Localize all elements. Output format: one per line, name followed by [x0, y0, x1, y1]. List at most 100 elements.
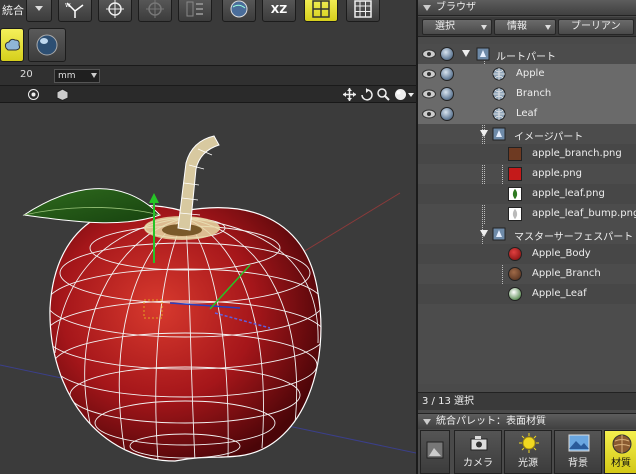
- target-icon[interactable]: [27, 88, 40, 101]
- xz-plane-button[interactable]: XZ: [262, 0, 296, 22]
- tree-row-surface[interactable]: Apple_Branch: [418, 264, 636, 284]
- material-sphere-button[interactable]: [28, 28, 66, 62]
- light-label: 光源: [518, 458, 538, 469]
- tree-row-apple[interactable]: Apple: [418, 64, 636, 84]
- mode-label: 統合: [2, 4, 24, 17]
- camera-label: カメラ: [463, 458, 493, 469]
- tree-row-image[interactable]: apple.png: [418, 164, 636, 184]
- scene-icon: [426, 441, 444, 459]
- apple-model-render[interactable]: [0, 103, 416, 474]
- palette-title: 統合パレット：表面材質: [436, 416, 546, 427]
- move-icon[interactable]: [343, 88, 356, 101]
- material-label: 材質: [611, 458, 631, 469]
- expand-triangle-icon[interactable]: [480, 230, 488, 238]
- polygon-mesh-icon: [492, 67, 506, 81]
- tree-row-branch[interactable]: Branch: [418, 84, 636, 104]
- surface-mode-button[interactable]: [0, 28, 24, 62]
- browser-tabs: 選択 情報 ブーリアン: [418, 17, 636, 37]
- tab-boolean[interactable]: ブーリアン: [558, 19, 634, 35]
- tree-row-image[interactable]: apple_branch.png: [418, 144, 636, 164]
- tree-label: マスターサーフェスパート: [514, 232, 634, 243]
- palette-material-button[interactable]: 材質: [604, 430, 636, 474]
- part-icon: [476, 47, 490, 61]
- expand-triangle-icon[interactable]: [480, 130, 488, 138]
- chevron-down-icon: [35, 6, 43, 11]
- polygon-mesh-icon: [492, 107, 506, 121]
- image-thumbnail: [508, 167, 522, 181]
- grid-size-value[interactable]: 20: [20, 69, 33, 80]
- rotate-icon[interactable]: [360, 88, 373, 101]
- tab-select-label: 選択: [435, 21, 455, 32]
- tab-boolean-label: ブーリアン: [571, 21, 621, 32]
- eye-icon[interactable]: [422, 49, 436, 59]
- collapse-triangle-icon[interactable]: [423, 5, 431, 11]
- tree-row-surface[interactable]: Apple_Body: [418, 244, 636, 264]
- palette-camera-button[interactable]: カメラ: [454, 430, 502, 474]
- tree-row-image[interactable]: apple_leaf_bump.png: [418, 204, 636, 224]
- tab-info-label: 情報: [507, 21, 527, 32]
- camera-icon: [470, 436, 488, 451]
- browser-title-bar[interactable]: ブラウザ: [418, 0, 636, 16]
- vertex-tool-button[interactable]: w: [58, 0, 92, 22]
- polygon-mesh-icon: [492, 87, 506, 101]
- tree-row-image[interactable]: apple_leaf.png: [418, 184, 636, 204]
- visibility-sphere-icon[interactable]: [440, 67, 454, 81]
- material-sphere-icon: [508, 267, 522, 281]
- crosshair-icon: [106, 0, 124, 18]
- visibility-sphere-icon[interactable]: [440, 47, 454, 61]
- grid-2x2-icon: [312, 0, 330, 18]
- numeric-input-row: 20 mm: [0, 66, 416, 86]
- expand-triangle-icon[interactable]: [462, 50, 470, 58]
- tree-row-leaf[interactable]: Leaf: [418, 104, 636, 124]
- collapse-triangle-icon[interactable]: [423, 419, 431, 425]
- eye-icon[interactable]: [422, 89, 436, 99]
- tree-label: Apple_Leaf: [532, 288, 587, 299]
- tree-row-surface[interactable]: Apple_Leaf: [418, 284, 636, 304]
- tree-row-root-part[interactable]: ルートパート: [418, 44, 636, 64]
- tree-row-master-surface-part[interactable]: マスターサーフェスパート: [418, 224, 636, 244]
- disabled-tool-button[interactable]: [138, 0, 172, 22]
- browser-panel: ブラウザ 選択 情報 ブーリアン ルートパート Apple Branch Lea…: [416, 0, 636, 474]
- chevron-down-icon[interactable]: [407, 88, 415, 101]
- material-sphere-icon: [508, 287, 522, 301]
- tree-label: Leaf: [516, 108, 538, 119]
- list-tool-button[interactable]: [178, 0, 212, 22]
- vertex-icon: w: [65, 1, 84, 18]
- dropdown-button[interactable]: [26, 0, 52, 22]
- visibility-sphere-icon[interactable]: [440, 87, 454, 101]
- browser-tree: ルートパート Apple Branch Leaf イメージパート apple_b…: [418, 44, 636, 384]
- tree-label: ルートパート: [496, 52, 556, 63]
- unit-select[interactable]: mm: [54, 69, 100, 83]
- unit-label: mm: [58, 71, 76, 81]
- render-sphere-button[interactable]: [222, 0, 256, 22]
- tab-select[interactable]: 選択: [422, 19, 492, 35]
- target-tool-button[interactable]: [98, 0, 132, 22]
- 3d-viewport[interactable]: [0, 86, 416, 474]
- tree-label: apple_branch.png: [532, 148, 622, 159]
- browser-title: ブラウザ: [436, 2, 476, 13]
- tab-info[interactable]: 情報: [494, 19, 556, 35]
- list-icon: [186, 1, 203, 17]
- view-sphere-icon[interactable]: [394, 88, 407, 101]
- palette-light-button[interactable]: 光源: [504, 430, 552, 474]
- part-icon: [492, 227, 506, 241]
- visibility-sphere-icon[interactable]: [440, 107, 454, 121]
- cube-icon[interactable]: [56, 88, 69, 101]
- zoom-icon[interactable]: [377, 88, 390, 101]
- multi-view-button[interactable]: [346, 0, 380, 22]
- leaf-thumbnail: [508, 187, 522, 201]
- tree-label: apple.png: [532, 168, 582, 179]
- eye-icon[interactable]: [422, 109, 436, 119]
- palette-scene-button[interactable]: [420, 430, 450, 474]
- background-label: 背景: [568, 458, 588, 469]
- tree-row-image-part[interactable]: イメージパート: [418, 124, 636, 144]
- palette-background-button[interactable]: 背景: [554, 430, 602, 474]
- eye-icon[interactable]: [422, 69, 436, 79]
- tree-label: Apple: [516, 68, 545, 79]
- globe-icon: [230, 0, 248, 18]
- tree-label: Apple_Branch: [532, 268, 601, 279]
- grid-3x3-icon: [354, 0, 372, 18]
- palette-title-bar[interactable]: 統合パレット：表面材質: [418, 413, 636, 429]
- tree-label: apple_leaf.png: [532, 188, 605, 199]
- single-view-button[interactable]: [304, 0, 338, 22]
